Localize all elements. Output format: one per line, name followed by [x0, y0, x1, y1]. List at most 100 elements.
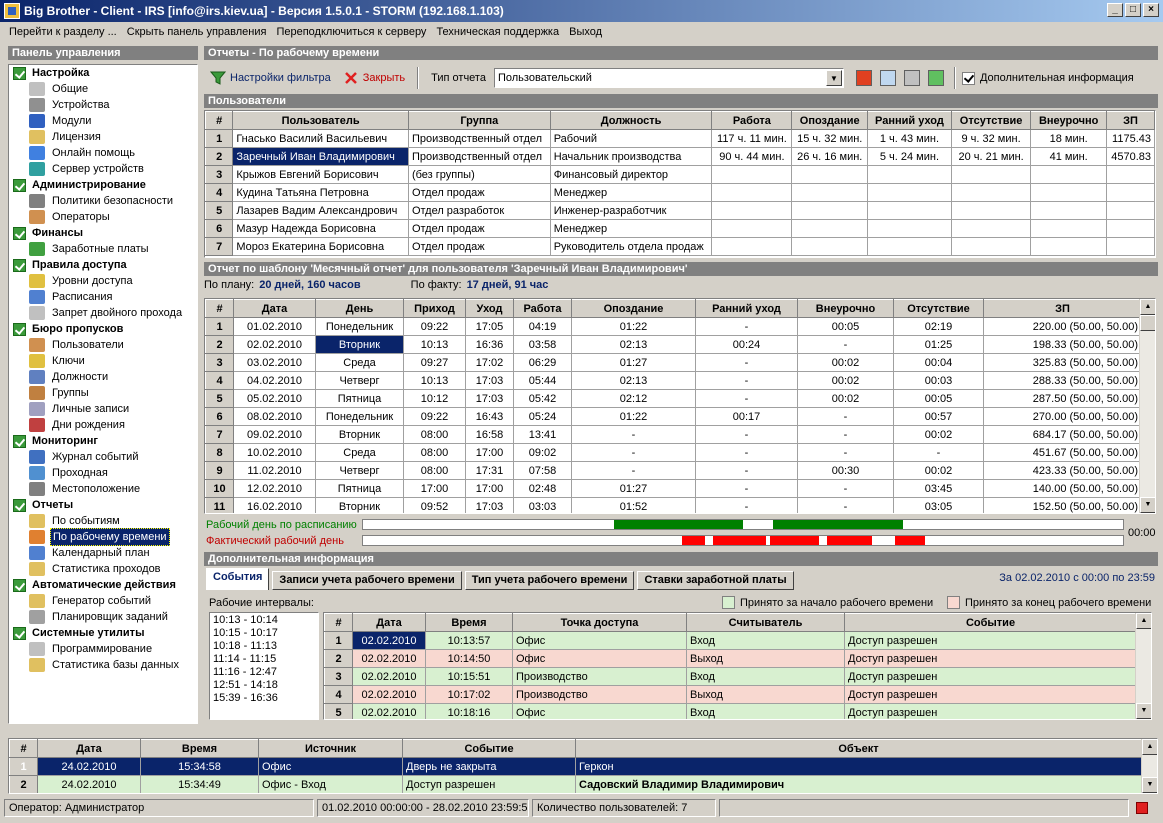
table-row[interactable]: 4 Кудина Татьяна Петровна Отдел продаж Мене…: [205, 183, 1155, 202]
export-excel-icon[interactable]: [927, 70, 944, 86]
tree-item[interactable]: Дни рождения: [9, 417, 197, 433]
table-row[interactable]: 2 24.02.2010 15:34:49 Офис - Вход Доступ раз…: [9, 775, 1142, 793]
column-header[interactable]: Событие: [844, 613, 1137, 632]
tree-item[interactable]: Местоположение: [9, 481, 197, 497]
scroll-down-icon[interactable]: ▼: [1136, 703, 1151, 719]
tree-item[interactable]: Модули: [9, 113, 197, 129]
column-header[interactable]: Внеурочно: [1030, 111, 1107, 130]
tree-item[interactable]: Сервер устройств: [9, 161, 197, 177]
column-header[interactable]: Уход: [465, 299, 514, 318]
column-header[interactable]: Работа: [513, 299, 572, 318]
column-header[interactable]: ЗП: [1105, 111, 1155, 130]
column-header[interactable]: Опоздание: [571, 299, 696, 318]
column-header[interactable]: #: [324, 613, 353, 632]
column-header[interactable]: Опоздание: [791, 111, 869, 130]
tree-item[interactable]: Проходная: [9, 465, 197, 481]
column-header[interactable]: Приход: [403, 299, 466, 318]
column-header[interactable]: Отсутствие: [950, 111, 1032, 130]
report-type-select[interactable]: Пользовательский ▼: [493, 68, 844, 88]
tree-item[interactable]: Политики безопасности: [9, 193, 197, 209]
tree-group[interactable]: Правила доступа: [9, 257, 197, 273]
tree-item[interactable]: Устройства: [9, 97, 197, 113]
tree-group[interactable]: Автоматические действия: [9, 577, 197, 593]
tree-group[interactable]: Финансы: [9, 225, 197, 241]
scroll-up-icon[interactable]: ▲: [1142, 739, 1157, 755]
menu-support[interactable]: Техническая поддержка: [431, 26, 564, 38]
tree-item[interactable]: Общие: [9, 81, 197, 97]
tree-item[interactable]: Пользователи: [9, 337, 197, 353]
tree-item[interactable]: Запрет двойного прохода: [9, 305, 197, 321]
column-header[interactable]: Отсутствие: [893, 299, 984, 318]
table-row[interactable]: 5 02.02.2010 10:18:16 Офис Вход Доступ разреш…: [324, 703, 1137, 719]
table-row[interactable]: 9 11.02.2010 Четверг 08:00 17:31 07:58- -00:30…: [205, 461, 1142, 480]
table-row[interactable]: 1 24.02.2010 15:34:58 Офис Дверь не закрыта Г…: [9, 757, 1142, 776]
tree-item[interactable]: Статистика проходов: [9, 561, 197, 577]
tree-item[interactable]: Должности: [9, 369, 197, 385]
table-row[interactable]: 3 02.02.2010 10:15:51 Производство Вход Досту…: [324, 667, 1137, 686]
event-log-scrollbar[interactable]: ▲ ▼: [1141, 739, 1157, 793]
tree-group[interactable]: Системные утилиты: [9, 625, 197, 641]
tab-time-records[interactable]: Записи учета рабочего времени: [272, 571, 462, 590]
tree-item[interactable]: Уровни доступа: [9, 273, 197, 289]
tab-events[interactable]: События: [206, 568, 270, 590]
close-report-button[interactable]: Закрыть: [337, 67, 411, 89]
column-header[interactable]: Объект: [575, 739, 1142, 758]
menu-goto[interactable]: Перейти к разделу ...: [4, 26, 122, 38]
tree-item[interactable]: Программирование: [9, 641, 197, 657]
tree-item[interactable]: Лицензия: [9, 129, 197, 145]
scroll-up-icon[interactable]: ▲: [1136, 613, 1151, 629]
column-header[interactable]: Время: [140, 739, 259, 758]
column-header[interactable]: Должность: [549, 111, 713, 130]
table-row[interactable]: 1 Гнасько Василий Васильевич Производствен…: [205, 129, 1155, 148]
intervals-list[interactable]: 10:13 - 10:14 10:15 - 10:17 10:18 - 11:13 1…: [209, 612, 319, 720]
column-header[interactable]: Ранний уход: [867, 111, 952, 130]
column-header[interactable]: Группа: [407, 111, 551, 130]
column-header[interactable]: Источник: [258, 739, 403, 758]
tree-item[interactable]: Календарный план: [9, 545, 197, 561]
tree-item[interactable]: Ключи: [9, 353, 197, 369]
tree-item[interactable]: Журнал событий: [9, 449, 197, 465]
column-header[interactable]: #: [205, 299, 234, 318]
tree-group[interactable]: Администрирование: [9, 177, 197, 193]
interval-item[interactable]: 15:39 - 16:36: [213, 693, 315, 706]
column-header[interactable]: Ранний уход: [695, 299, 798, 318]
column-header[interactable]: Точка доступа: [512, 613, 687, 632]
table-row[interactable]: 7 09.02.2010 Вторник 08:00 16:58 13:41- - -00:0…: [205, 425, 1142, 444]
menu-reconnect[interactable]: Переподключиться к серверу: [271, 26, 431, 38]
preview-icon[interactable]: [879, 70, 896, 86]
table-row[interactable]: 5 Лазарев Вадим Александрович Отдел разраб…: [205, 201, 1155, 220]
tree-item[interactable]: По событиям: [9, 513, 197, 529]
table-row[interactable]: 6 Мазур Надежда Борисовна Отдел продаж Мене…: [205, 219, 1155, 238]
tree-item[interactable]: Группы: [9, 385, 197, 401]
tree-item[interactable]: Статистика базы данных: [9, 657, 197, 673]
export-pdf-icon[interactable]: [855, 70, 872, 86]
table-row[interactable]: 4 02.02.2010 10:17:02 Производство Выход Дост…: [324, 685, 1137, 704]
tree-item[interactable]: Заработные платы: [9, 241, 197, 257]
tree-group[interactable]: Настройка: [9, 65, 197, 81]
tab-time-type[interactable]: Тип учета рабочего времени: [464, 571, 635, 590]
column-header[interactable]: День: [315, 299, 404, 318]
tree-group[interactable]: Мониторинг: [9, 433, 197, 449]
column-header[interactable]: Дата: [37, 739, 141, 758]
table-row[interactable]: 2 02.02.2010 Вторник 10:13 16:36 03:58 02:13 00…: [205, 335, 1142, 354]
tree-group[interactable]: Отчеты: [9, 497, 197, 513]
column-header[interactable]: ЗП: [983, 299, 1142, 318]
extra-info-checkbox[interactable]: [961, 71, 975, 85]
monthly-scrollbar[interactable]: ▲ ▼: [1139, 299, 1155, 513]
maximize-button[interactable]: □: [1125, 3, 1141, 17]
table-row[interactable]: 2 Заречный Иван Владимирович Производствен…: [205, 147, 1155, 166]
table-row[interactable]: 3 Крыжов Евгений Борисович (без группы) Фин…: [205, 165, 1155, 184]
print-icon[interactable]: [903, 70, 920, 86]
tree-item[interactable]: По рабочему времени: [9, 528, 197, 546]
scroll-thumb[interactable]: [1140, 315, 1155, 331]
tree-item[interactable]: Расписания: [9, 289, 197, 305]
table-row[interactable]: 1 01.02.2010 Понедельник 09:22 17:05 04:19 01:…: [205, 317, 1142, 336]
column-header[interactable]: Работа: [711, 111, 793, 130]
menu-hide-panel[interactable]: Скрыть панель управления: [122, 26, 272, 38]
table-row[interactable]: 6 08.02.2010 Понедельник 09:22 16:43 05:24 01:…: [205, 407, 1142, 426]
minimize-button[interactable]: _: [1107, 3, 1123, 17]
table-row[interactable]: 11 16.02.2010 Вторник 09:52 17:03 03:03 01:52-…: [205, 497, 1142, 513]
table-row[interactable]: 7 Мороз Екатерина Борисовна Отдел продаж Ру…: [205, 237, 1155, 256]
tree-item[interactable]: Онлайн помощь: [9, 145, 197, 161]
table-row[interactable]: 10 12.02.2010 Пятница 17:00 17:00 02:48 01:27-…: [205, 479, 1142, 498]
